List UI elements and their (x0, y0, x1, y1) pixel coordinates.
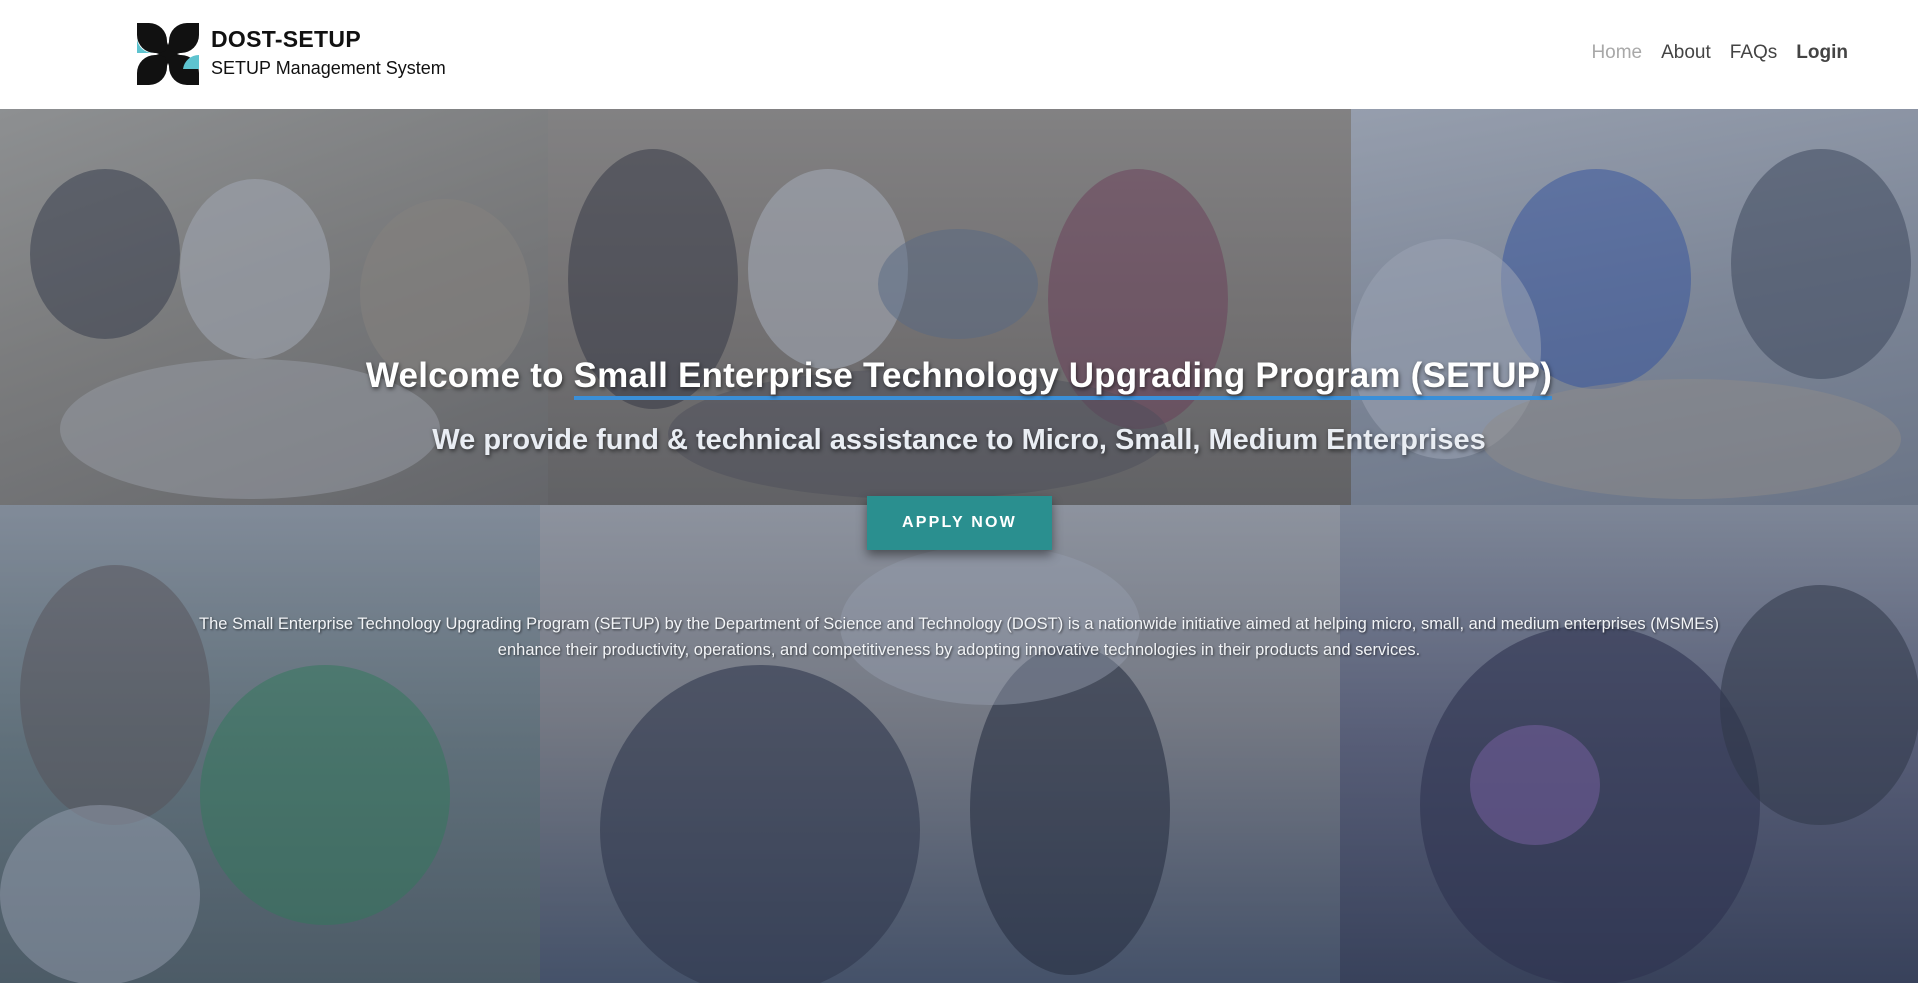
brand-subtitle: SETUP Management System (211, 57, 446, 78)
hero-title-highlight: Small Enterprise Technology Upgrading Pr… (573, 356, 1553, 400)
hero-subtitle: We provide fund & technical assistance t… (432, 424, 1486, 456)
nav-faqs[interactable]: FAQs (1730, 41, 1778, 65)
dost-logo-icon (137, 23, 199, 85)
nav-login[interactable]: Login (1796, 41, 1848, 65)
hero-description: The Small Enterprise Technology Upgradin… (199, 615, 1719, 659)
apply-now-button[interactable]: APPLY NOW (867, 496, 1052, 550)
hero-title-prefix: Welcome to (365, 356, 574, 395)
site-header: DOST-SETUP SETUP Management System Home … (0, 0, 1918, 109)
main-nav: Home About FAQs Login (1572, 41, 1848, 65)
hero-title: Welcome to Small Enterprise Technology U… (0, 356, 1918, 400)
hero-section: Welcome to Small Enterprise Technology U… (0, 109, 1918, 983)
nav-about[interactable]: About (1661, 41, 1711, 65)
brand[interactable]: DOST-SETUP SETUP Management System (137, 23, 446, 85)
nav-home[interactable]: Home (1591, 41, 1642, 65)
brand-title: DOST-SETUP (211, 25, 361, 52)
hero-content: Welcome to Small Enterprise Technology U… (0, 109, 1918, 983)
